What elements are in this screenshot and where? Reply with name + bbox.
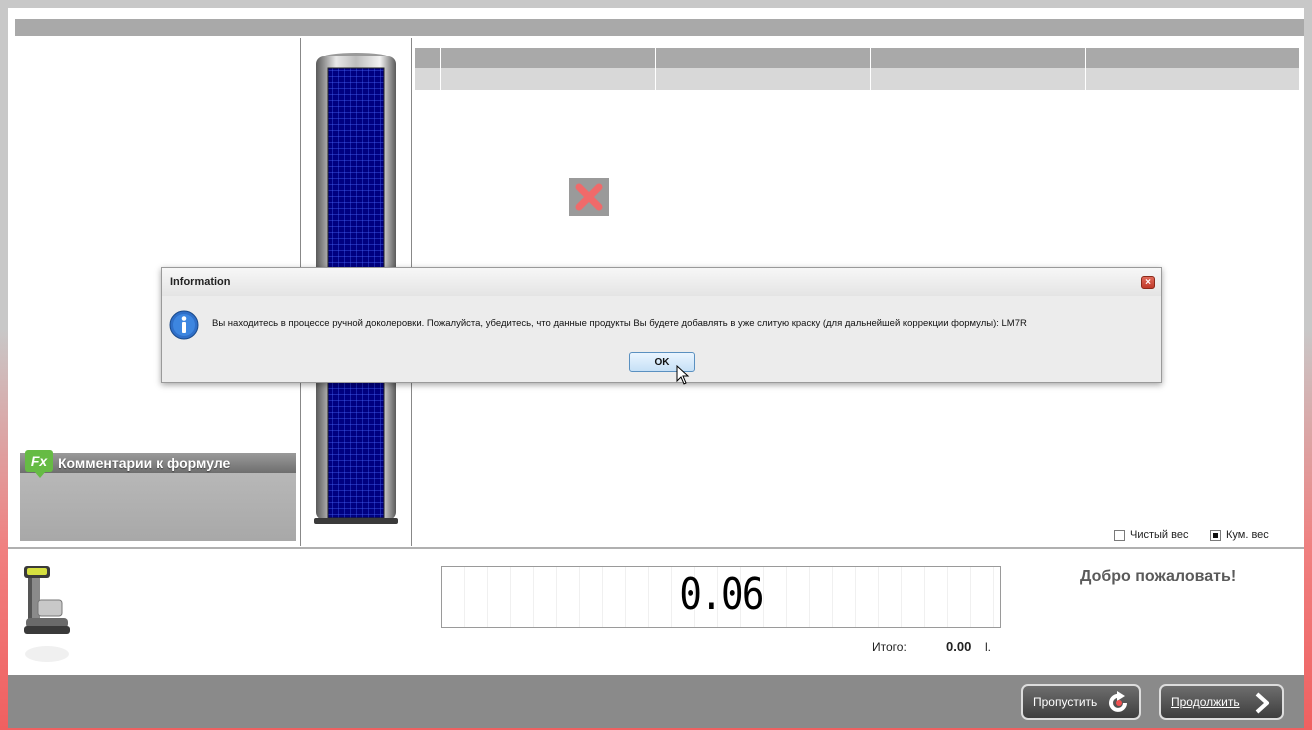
checkbox-cumulative-weight[interactable]: Кум. вес <box>1210 529 1269 541</box>
top-bar <box>15 19 1304 36</box>
skip-button[interactable]: Пропустить <box>1021 684 1141 720</box>
continue-button-label: Продолжить <box>1171 695 1240 709</box>
mouse-cursor-icon <box>676 365 690 385</box>
information-dialog: Information × Вы находитесь в процессе р… <box>161 267 1162 383</box>
close-icon[interactable]: × <box>1141 276 1155 289</box>
dialog-titlebar[interactable]: Information × <box>162 268 1161 296</box>
checkbox-label: Чистый вес <box>1130 529 1189 541</box>
dialog-title: Information <box>170 276 231 288</box>
info-icon <box>169 310 199 340</box>
formula-comments-panel: Fx Комментарии к формуле <box>20 450 296 541</box>
table-cell <box>415 68 441 90</box>
table-cell <box>871 68 1086 90</box>
comments-header: Fx Комментарии к формуле <box>20 450 296 478</box>
table-cell <box>656 68 871 90</box>
checkbox-label: Кум. вес <box>1226 529 1269 541</box>
fx-icon: Fx <box>25 450 53 472</box>
fx-icon-tail <box>34 471 46 478</box>
table-header-row <box>415 48 1300 68</box>
table-header-cell <box>871 48 1086 68</box>
table-header-cell <box>656 48 871 68</box>
checkbox-net-weight[interactable]: Чистый вес <box>1114 529 1188 541</box>
welcome-message: Добро пожаловать! <box>1080 568 1237 585</box>
close-x-icon <box>575 183 603 211</box>
checkbox-box[interactable] <box>1210 529 1221 541</box>
comments-title: Комментарии к формуле <box>58 455 231 471</box>
checkbox-box[interactable] <box>1114 529 1125 541</box>
weight-display: 0.06 <box>441 566 1001 628</box>
total-unit: l. <box>985 640 991 654</box>
weight-display-value: 0.06 <box>679 569 764 620</box>
scale-icon <box>24 566 70 662</box>
table-row[interactable] <box>415 68 1300 90</box>
error-image <box>569 178 609 216</box>
arrow-right-icon <box>1255 692 1269 714</box>
dialog-message: Вы находитесь в процессе ручной доколеро… <box>212 318 1027 329</box>
table-header-cell <box>1086 48 1300 68</box>
table-cell <box>1086 68 1300 90</box>
table-cell <box>441 68 656 90</box>
continue-button[interactable]: Продолжить <box>1159 684 1284 720</box>
formula-table <box>415 48 1300 90</box>
divider <box>8 547 1304 549</box>
table-header-cell <box>441 48 656 68</box>
table-header-cell <box>415 48 441 68</box>
total-value: 0.00 <box>946 639 972 654</box>
rotate-icon <box>1109 691 1127 712</box>
skip-button-label: Пропустить <box>1033 695 1098 709</box>
total-label: Итого: <box>872 640 907 654</box>
